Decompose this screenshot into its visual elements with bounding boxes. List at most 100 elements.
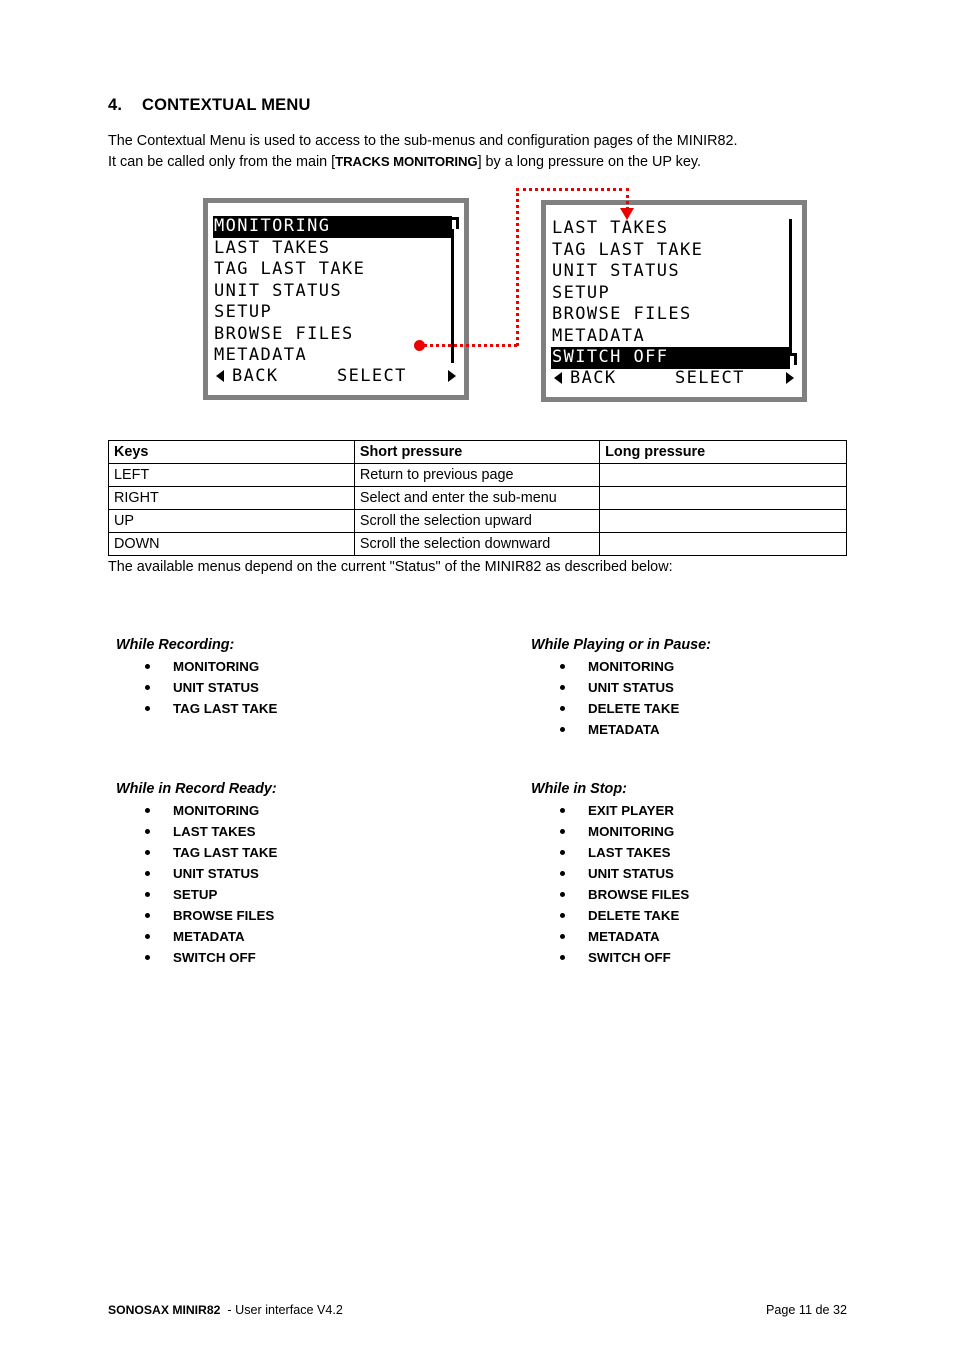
lcd1-menu-item-setup[interactable]: SETUP: [214, 302, 458, 324]
list-item-label: DELETE TAKE: [588, 908, 680, 923]
list-item-label: SWITCH OFF: [588, 950, 671, 965]
bullet-icon: [560, 871, 565, 876]
lcd2-softkey-bar: BACK SELECT: [546, 366, 802, 390]
list-item-label: TAG LAST TAKE: [173, 701, 278, 716]
lcd1-scrollbar-track[interactable]: [451, 229, 454, 363]
bullet-icon: [560, 664, 565, 669]
footer-left: SONOSAX MINIR82 - User interface V4.2: [108, 1303, 343, 1317]
list-item-label: UNIT STATUS: [588, 680, 674, 695]
list-item: MONITORING: [108, 656, 277, 677]
lcd2-softkey-back[interactable]: BACK: [570, 366, 617, 390]
list-item-label: SWITCH OFF: [173, 950, 256, 965]
lcd2-menu-item-setup[interactable]: SETUP: [552, 283, 796, 305]
intro-paragraph: The Contextual Menu is used to access to…: [108, 131, 868, 172]
list-item: TAG LAST TAKE: [108, 698, 277, 719]
group-title-playing: While Playing or in Pause:: [531, 637, 711, 653]
bullet-icon: [560, 727, 565, 732]
group-list-playing: MONITORING UNIT STATUS DELETE TAKE METAD…: [523, 656, 711, 740]
bullet-icon: [560, 892, 565, 897]
bullet-icon: [145, 913, 150, 918]
bullet-icon: [145, 685, 150, 690]
bullet-icon: [560, 829, 565, 834]
bullet-icon: [560, 934, 565, 939]
list-item-label: BROWSE FILES: [173, 908, 275, 923]
intro-line-2-suffix: ] by a long pressure on the UP key.: [477, 153, 702, 170]
list-item-label: MONITORING: [588, 824, 675, 839]
cell-long-left: [599, 463, 847, 487]
lcd-screen-contextual-menu-top: MONITORING LAST TAKES TAG LAST TAKE UNIT…: [203, 198, 469, 400]
lcd1-menu-item-tag-last-take[interactable]: TAG LAST TAKE: [214, 259, 458, 281]
lcd1-inner: MONITORING LAST TAKES TAG LAST TAKE UNIT…: [208, 203, 464, 395]
lcd2-scrollbar-thumb: [794, 353, 797, 365]
document-page: 4. CONTEXTUAL MENU The Contextual Menu is…: [0, 0, 954, 1350]
list-item-label: TAG LAST TAKE: [173, 845, 278, 860]
group-title-record-ready: While in Record Ready:: [116, 781, 277, 797]
list-item-label: METADATA: [588, 929, 660, 944]
bullet-icon: [145, 808, 150, 813]
list-item: SWITCH OFF: [523, 947, 689, 968]
cell-long-down: [599, 532, 847, 556]
cell-key-right: RIGHT: [108, 486, 355, 510]
lcd2-softkey-select[interactable]: SELECT: [675, 366, 745, 390]
list-item: TAG LAST TAKE: [108, 842, 277, 863]
group-list-recording: MONITORING UNIT STATUS TAG LAST TAKE: [108, 656, 277, 719]
lcd1-menu-item-last-takes[interactable]: LAST TAKES: [214, 238, 458, 260]
bullet-icon: [560, 706, 565, 711]
lcd2-menu-item-unit-status[interactable]: UNIT STATUS: [552, 261, 796, 283]
group-title-stop: While in Stop:: [531, 781, 627, 797]
lcd2-scrollbar-track[interactable]: [789, 219, 792, 353]
left-arrow-icon[interactable]: [216, 370, 224, 382]
section-title: CONTEXTUAL MENU: [142, 96, 311, 114]
list-item: DELETE TAKE: [523, 905, 689, 926]
list-item-label: SETUP: [173, 887, 218, 902]
page-title: 4. CONTEXTUAL MENU: [108, 96, 311, 115]
bullet-icon: [145, 664, 150, 669]
cell-long-right: [599, 486, 847, 510]
footer-doc: - User interface V4.2: [227, 1303, 343, 1317]
list-item-label: UNIT STATUS: [173, 680, 259, 695]
list-item: METADATA: [108, 926, 277, 947]
table-row: DOWN Scroll the selection downward: [108, 532, 847, 556]
lcd1-menu-item-monitoring[interactable]: MONITORING: [213, 216, 452, 238]
list-item-label: EXIT PLAYER: [588, 803, 674, 818]
right-arrow-icon[interactable]: [786, 372, 794, 384]
lcd1-menu-item-unit-status[interactable]: UNIT STATUS: [214, 281, 458, 303]
table-header-long-pressure: Long pressure: [599, 440, 847, 464]
lcd2-menu-item-last-takes[interactable]: LAST TAKES: [552, 218, 796, 240]
table-row: RIGHT Select and enter the sub-menu: [108, 486, 847, 510]
list-item: UNIT STATUS: [523, 677, 711, 698]
lcd2-menu-item-metadata[interactable]: METADATA: [552, 326, 796, 348]
cell-short-up: Scroll the selection upward: [353, 509, 601, 533]
cell-long-up: [599, 509, 847, 533]
bullet-icon: [145, 850, 150, 855]
list-item: UNIT STATUS: [523, 863, 689, 884]
group-list-record-ready: MONITORING LAST TAKES TAG LAST TAKE UNIT…: [108, 800, 277, 968]
left-arrow-icon[interactable]: [554, 372, 562, 384]
bullet-icon: [145, 892, 150, 897]
list-item: SWITCH OFF: [108, 947, 277, 968]
footer-product: SONOSAX MINIR82: [108, 1303, 221, 1317]
intro-emphasis: TRACKS MONITORING: [335, 153, 478, 169]
lcd1-softkey-select[interactable]: SELECT: [337, 364, 407, 388]
list-item: UNIT STATUS: [108, 863, 277, 884]
list-item-label: LAST TAKES: [173, 824, 256, 839]
bullet-icon: [145, 829, 150, 834]
list-item: BROWSE FILES: [108, 905, 277, 926]
lcd1-softkey-back[interactable]: BACK: [232, 364, 279, 388]
bullet-icon: [560, 685, 565, 690]
status-description: The available menus depend on the curren…: [108, 559, 673, 575]
list-item: MONITORING: [108, 800, 277, 821]
connector-segment-v2: [626, 188, 629, 210]
list-item: LAST TAKES: [523, 842, 689, 863]
right-arrow-icon[interactable]: [448, 370, 456, 382]
cell-short-left: Return to previous page: [353, 463, 601, 487]
connector-segment-h1: [424, 344, 517, 347]
lcd2-menu-item-browse-files[interactable]: BROWSE FILES: [552, 304, 796, 326]
bullet-icon: [560, 808, 565, 813]
cell-short-right: Select and enter the sub-menu: [353, 486, 601, 510]
list-item: DELETE TAKE: [523, 698, 711, 719]
lcd2-menu-item-tag-last-take[interactable]: TAG LAST TAKE: [552, 240, 796, 262]
keys-table: Keys Short pressure Long pressure LEFT R…: [108, 440, 847, 556]
group-while-recording: While Recording: MONITORING UNIT STATUS …: [108, 637, 277, 719]
lcd-screen-contextual-menu-bottom: LAST TAKES TAG LAST TAKE UNIT STATUS SET…: [541, 200, 807, 402]
